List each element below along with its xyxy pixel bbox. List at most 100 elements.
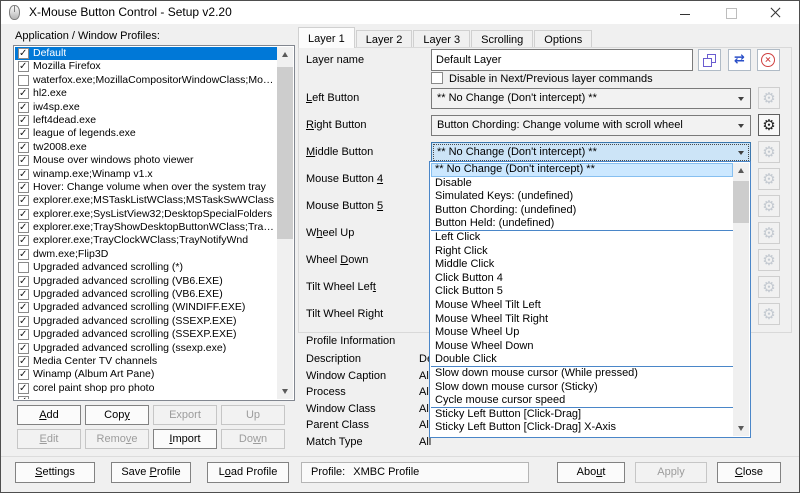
profile-list-item[interactable]: ✓Mouse over windows photo viewer [15, 154, 277, 167]
action-combobox[interactable]: Button Chording: Change volume with scro… [431, 115, 751, 136]
profile-action-button[interactable]: Add [17, 405, 81, 425]
dropdown-item[interactable]: Click Button 4 [431, 272, 733, 286]
profile-list-item[interactable]: ✓Upgraded advanced scrolling (WINDIFF.EX… [15, 301, 277, 314]
tab[interactable]: Scrolling [471, 30, 533, 48]
profile-list-item[interactable]: ✓league of legends.exe [15, 127, 277, 140]
profile-list-item[interactable]: ✓iw4sp.exe [15, 101, 277, 114]
scroll-up-icon[interactable] [277, 47, 293, 63]
profile-checkbox[interactable]: ✓ [18, 61, 29, 72]
profile-list-item[interactable]: ✓Media Center TV channels [15, 355, 277, 368]
disable-layer-checkbox[interactable] [431, 72, 443, 84]
profile-checkbox[interactable]: ✓ [18, 383, 29, 394]
copy-layer-button[interactable] [698, 49, 721, 71]
profile-checkbox[interactable]: ✓ [18, 356, 29, 367]
profile-list-item[interactable]: ✓hl2.exe [15, 87, 277, 100]
profile-list-item[interactable]: ✓Mozilla Firefox [15, 60, 277, 73]
profile-list-item[interactable]: ✓explorer.exe;TrayClockWClass;TrayNotify… [15, 234, 277, 247]
profile-checkbox[interactable]: ✓ [18, 209, 29, 220]
profile-list-item[interactable]: ✓corel paint shop pro photo [15, 382, 277, 395]
dropdown-scrollbar[interactable] [733, 163, 749, 436]
close-button[interactable] [753, 1, 798, 24]
bottom-bar-button[interactable]: Close [717, 462, 781, 483]
dropdown-item[interactable]: Cycle mouse cursor speed [431, 394, 733, 408]
profile-list-item[interactable]: ✓Upgraded advanced scrolling (ssexp.exe) [15, 342, 277, 355]
dropdown-item[interactable]: ** No Change (Don't intercept) ** [431, 163, 733, 177]
profile-checkbox[interactable]: ✓ [18, 48, 29, 59]
tab[interactable]: Options [534, 30, 592, 48]
gear-icon[interactable]: ⚙ [758, 195, 780, 217]
scroll-up-icon[interactable] [733, 163, 749, 179]
profile-action-button[interactable]: Import [153, 429, 217, 449]
dropdown-item[interactable]: Click Button 5 [431, 285, 733, 299]
profile-checkbox[interactable]: ✓ [18, 249, 29, 260]
profile-checkbox[interactable]: ✓ [18, 102, 29, 113]
scroll-down-icon[interactable] [277, 383, 293, 399]
dropdown-item[interactable]: Simulated Keys: (undefined) [431, 190, 733, 204]
maximize-button[interactable] [708, 1, 753, 24]
gear-icon[interactable]: ⚙ [758, 141, 780, 163]
clear-layer-button[interactable] [757, 49, 780, 71]
profile-checkbox[interactable]: ✓ [18, 115, 29, 126]
profile-checkbox[interactable]: ✓ [18, 128, 29, 139]
profile-checkbox[interactable]: ✓ [18, 169, 29, 180]
profile-checkbox[interactable]: ✓ [18, 262, 29, 273]
dropdown-item[interactable]: Slow down mouse cursor (Sticky) [431, 381, 733, 395]
dropdown-item[interactable]: Slow down mouse cursor (While pressed) [431, 367, 733, 381]
profile-checkbox[interactable]: ✓ [18, 316, 29, 327]
gear-icon[interactable]: ⚙ [758, 114, 780, 136]
profile-checkbox[interactable]: ✓ [18, 182, 29, 193]
minimize-button[interactable] [663, 1, 708, 24]
profile-list-item[interactable]: ✓ [15, 395, 277, 399]
dropdown-item[interactable]: Right Click [431, 245, 733, 259]
profile-list-item[interactable]: ✓explorer.exe;MSTaskListWClass;MSTaskSwW… [15, 194, 277, 207]
scrollbar-thumb[interactable] [733, 181, 749, 223]
profile-action-button[interactable]: Up [221, 405, 285, 425]
dropdown-item[interactable]: Button Chording: (undefined) [431, 204, 733, 218]
profile-action-button[interactable]: Down [221, 429, 285, 449]
profile-checkbox[interactable]: ✓ [18, 329, 29, 340]
profile-list-item[interactable]: ✓Upgraded advanced scrolling (VB6.EXE) [15, 275, 277, 288]
gear-icon[interactable]: ⚙ [758, 87, 780, 109]
dropdown-item[interactable]: Left Click [431, 231, 733, 245]
profile-checkbox[interactable]: ✓ [18, 195, 29, 206]
dropdown-item[interactable]: Mouse Wheel Up [431, 326, 733, 340]
profile-action-button[interactable]: Copy [85, 405, 149, 425]
layer-name-input[interactable] [431, 49, 693, 71]
profile-checkbox[interactable]: ✓ [18, 235, 29, 246]
profile-list-item[interactable]: ✓tw2008.exe [15, 141, 277, 154]
dropdown-item[interactable]: Double Click [431, 353, 733, 367]
profile-list-item[interactable]: ✓Upgraded advanced scrolling (SSEXP.EXE) [15, 328, 277, 341]
gear-icon[interactable]: ⚙ [758, 303, 780, 325]
action-combobox[interactable]: ** No Change (Don't intercept) ** [431, 142, 751, 163]
profile-checkbox[interactable]: ✓ [18, 222, 29, 233]
dropdown-item[interactable]: Sticky Left Button [Click-Drag] X-Axis [431, 421, 733, 435]
profile-list-item[interactable]: ✓explorer.exe;TrayShowDesktopButtonWClas… [15, 221, 277, 234]
profile-list-item[interactable]: ✓Hover: Change volume when over the syst… [15, 181, 277, 194]
profile-list-item[interactable]: ✓Winamp (Album Art Pane) [15, 368, 277, 381]
dropdown-item[interactable]: Disable [431, 177, 733, 191]
gear-icon[interactable]: ⚙ [758, 276, 780, 298]
dropdown-item[interactable]: Middle Click [431, 258, 733, 272]
bottom-bar-button[interactable]: Apply [635, 462, 707, 483]
gear-icon[interactable]: ⚙ [758, 222, 780, 244]
bottom-bar-button[interactable]: About [557, 462, 625, 483]
gear-icon[interactable]: ⚙ [758, 249, 780, 271]
gear-icon[interactable]: ⚙ [758, 168, 780, 190]
profile-list-item[interactable]: ✓Default [15, 47, 277, 60]
dropdown-item[interactable]: Mouse Wheel Down [431, 340, 733, 354]
profile-checkbox[interactable]: ✓ [18, 343, 29, 354]
tab[interactable]: Layer 2 [356, 30, 413, 48]
tab[interactable]: Layer 3 [413, 30, 470, 48]
profile-list-item[interactable]: ✓winamp.exe;Winamp v1.x [15, 168, 277, 181]
swap-layers-button[interactable]: ⇄ [728, 49, 751, 71]
profile-list-item[interactable]: ✓Upgraded advanced scrolling (VB6.EXE) [15, 288, 277, 301]
profile-checkbox[interactable]: ✓ [18, 88, 29, 99]
tab[interactable]: Layer 1 [298, 27, 355, 48]
scroll-down-icon[interactable] [733, 420, 749, 436]
dropdown-item[interactable]: Mouse Wheel Tilt Left [431, 299, 733, 313]
profile-action-button[interactable]: Edit [17, 429, 81, 449]
profile-list-item[interactable]: ✓Upgraded advanced scrolling (*) [15, 261, 277, 274]
dropdown-item[interactable]: Button Held: (undefined) [431, 217, 733, 231]
profile-checkbox[interactable]: ✓ [18, 289, 29, 300]
profile-checkbox[interactable]: ✓ [18, 276, 29, 287]
